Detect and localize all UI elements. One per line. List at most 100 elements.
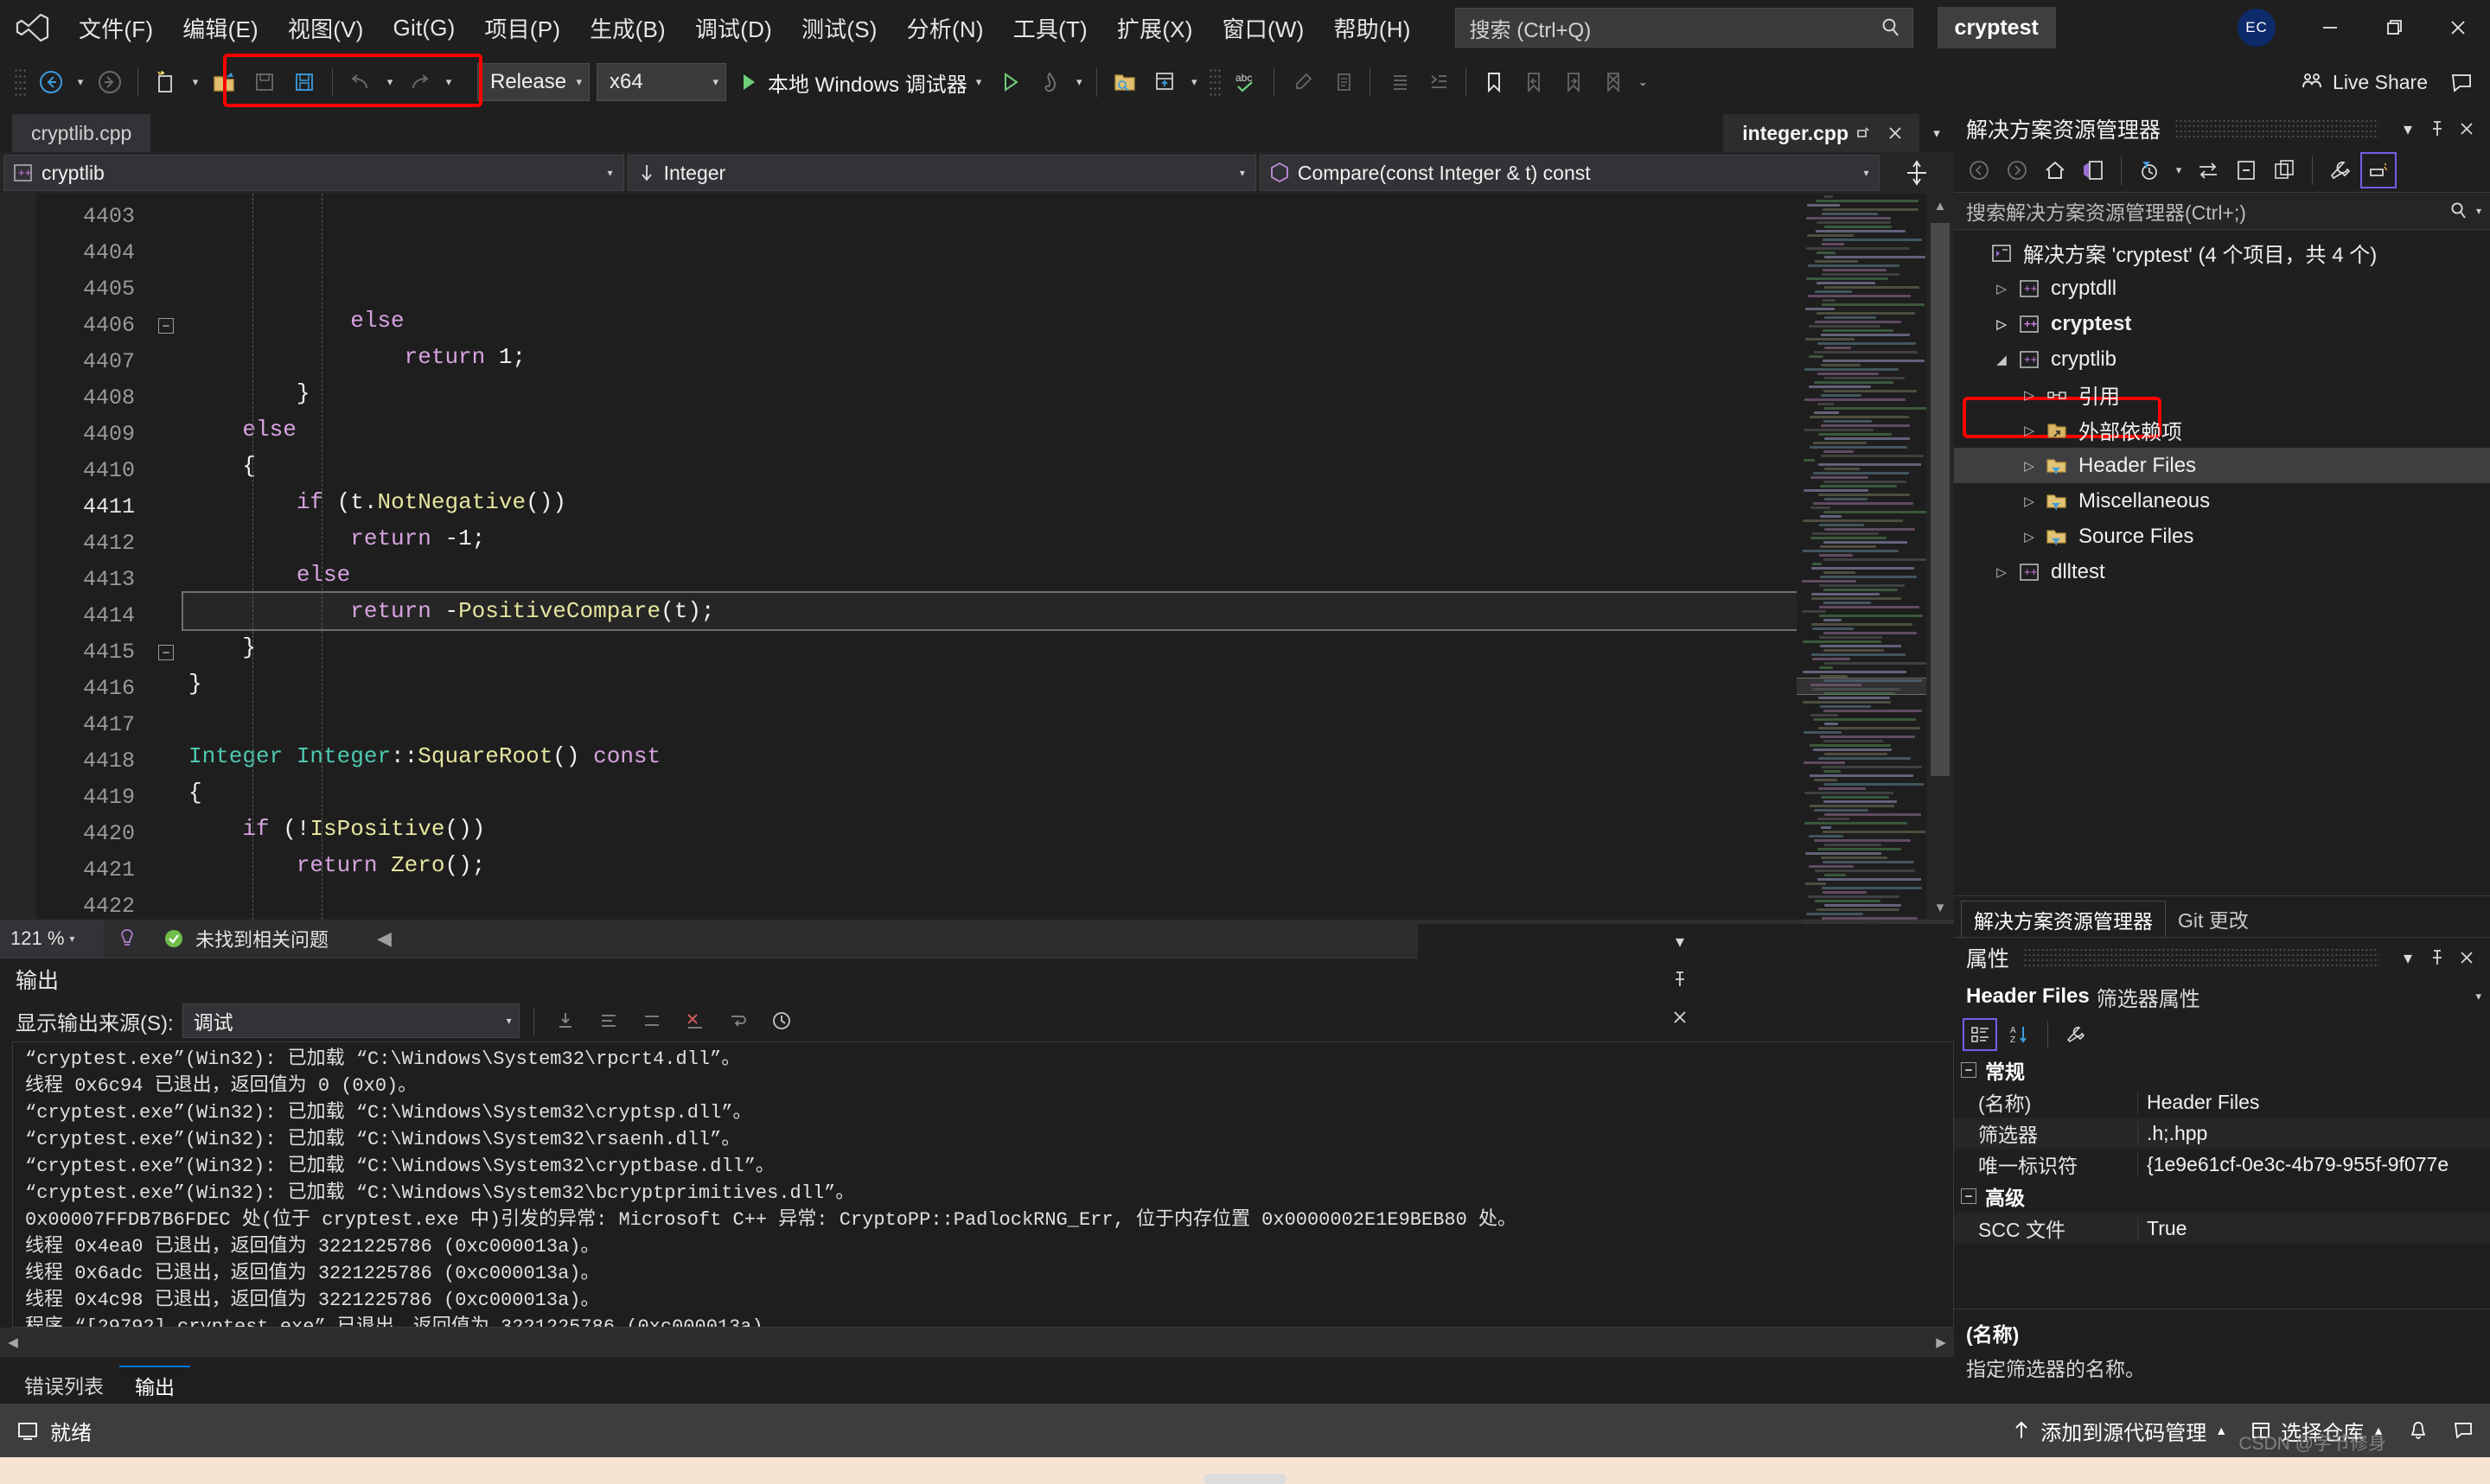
output-text[interactable]: “cryptest.exe”(Win32): 已加载 “C:\Windows\S… [12, 1041, 1954, 1328]
tree-expander-icon[interactable]: ◢ [1989, 352, 2014, 367]
tab-cryptlib-cpp[interactable]: cryptlib.cpp [12, 114, 150, 152]
menu-extensions[interactable]: 扩展(X) [1102, 7, 1208, 49]
se-filter-dropdown-icon[interactable]: ▾ [2169, 150, 2188, 190]
code-line[interactable]: { [183, 448, 1797, 484]
active-project-chip[interactable]: cryptest [1938, 7, 2056, 48]
menu-test[interactable]: 测试(S) [787, 7, 892, 49]
se-back-icon[interactable] [1961, 152, 1997, 188]
scroll-thumb[interactable] [1931, 223, 1950, 776]
redo-icon[interactable] [399, 62, 439, 102]
code-text-area[interactable]: 4403440444054406440744084409441044114412… [36, 194, 1797, 920]
property-row[interactable]: 筛选器.h;.hpp [1954, 1118, 2490, 1149]
menu-window[interactable]: 窗口(W) [1208, 7, 1319, 49]
output-clear-icon[interactable] [678, 1003, 712, 1038]
output-scroll-track[interactable] [26, 1334, 1928, 1351]
output-toggle-wrap-icon[interactable] [635, 1003, 669, 1038]
output-scroll-left-icon[interactable]: ◀ [0, 1334, 26, 1350]
insert-snippet-dropdown-icon[interactable]: ▾ [1184, 62, 1204, 102]
property-value[interactable]: Header Files [2137, 1091, 2490, 1114]
tab-output[interactable]: 输出 [119, 1366, 190, 1404]
clear-bookmarks-icon[interactable] [1593, 62, 1633, 102]
navigate-forward-icon[interactable] [90, 62, 130, 102]
code-line[interactable]: if (t.NotNegative()) [183, 484, 1797, 520]
tree-expander-icon[interactable]: ▷ [2016, 423, 2042, 438]
se-sync-with-active-document-icon[interactable] [2190, 152, 2226, 188]
properties-categorized-icon[interactable] [1963, 1018, 1997, 1051]
solution-tree-item-5[interactable]: ▷外部依赖项 [1954, 412, 2490, 448]
code-line[interactable]: return -1; [183, 520, 1797, 557]
code-line[interactable]: } [183, 666, 1797, 702]
se-forward-icon[interactable] [1999, 152, 2035, 188]
code-line[interactable]: else [183, 303, 1797, 339]
find-in-files-icon[interactable] [1105, 62, 1145, 102]
code-line[interactable]: return -PositiveCompare(t); [183, 593, 1797, 629]
output-clear-all-icon[interactable] [591, 1003, 626, 1038]
tree-expander-icon[interactable]: ▷ [1989, 316, 2014, 332]
avatar[interactable]: EC [2238, 9, 2276, 47]
properties-grid[interactable]: −常规(名称)Header Files筛选器.h;.hpp唯一标识符{1e9e6… [1954, 1054, 2490, 1309]
solution-tree-item-7[interactable]: ▷Miscellaneous [1954, 483, 2490, 519]
code-line[interactable]: return Zero(); [183, 847, 1797, 883]
comment-lines-icon[interactable] [1282, 62, 1322, 102]
feedback-status-icon[interactable] [2452, 1419, 2474, 1442]
output-scroll-right-icon[interactable]: ▶ [1928, 1334, 1954, 1350]
code-line[interactable]: Integer Integer::SquareRoot() const [183, 738, 1797, 774]
solution-tree-item-0[interactable]: 解决方案 'cryptest' (4 个项目，共 4 个) [1954, 235, 2490, 271]
nav-type-combo[interactable]: Integer ▾ [628, 155, 1256, 191]
pin-tab-icon[interactable] [1848, 114, 1880, 152]
issues-status[interactable]: 未找到相关问题 [150, 925, 341, 952]
editor-vertical-scrollbar[interactable]: ▲ ▼ [1926, 194, 1954, 920]
output-source-combo[interactable]: 调试 ▾ [182, 1003, 520, 1038]
nav-project-combo[interactable]: ++ cryptlib ▾ [3, 155, 624, 191]
lightbulb-icon[interactable] [104, 927, 150, 950]
code-lines[interactable]: else return 1; } else { if (t.NotNegativ… [183, 194, 1797, 920]
menu-build[interactable]: 生成(B) [575, 7, 680, 49]
solution-tree-item-8[interactable]: ▷Source Files [1954, 519, 2490, 554]
properties-page-icon[interactable] [2059, 1018, 2093, 1051]
undo-icon[interactable] [341, 62, 380, 102]
menu-edit[interactable]: 编辑(E) [168, 7, 273, 49]
solution-tree[interactable]: 解决方案 'cryptest' (4 个项目，共 4 个)▷++cryptdll… [1954, 230, 2490, 895]
tab-list-dropdown-icon[interactable]: ▾ [1919, 114, 1954, 152]
tree-expander-icon[interactable]: ▷ [1989, 564, 2014, 580]
output-dropdown-icon[interactable]: ▾ [1663, 924, 1697, 959]
toggle-bookmark-icon[interactable] [1474, 62, 1514, 102]
solution-tree-item-4[interactable]: ▷引用 [1954, 377, 2490, 412]
tab-error-list[interactable]: 错误列表 [9, 1366, 119, 1404]
spellcheck-icon[interactable]: abc [1226, 62, 1266, 102]
output-history-icon[interactable] [764, 1003, 799, 1038]
split-editor-icon[interactable] [1883, 158, 1950, 188]
toolbar-grip[interactable] [14, 67, 26, 97]
property-category[interactable]: −高级 [1954, 1180, 2490, 1213]
close-tab-icon[interactable] [1880, 114, 1911, 152]
se-switch-views-icon[interactable] [2075, 152, 2111, 188]
solution-configuration-combo[interactable]: Release ▾ [477, 63, 590, 101]
live-share-button[interactable]: Live Share [2300, 70, 2442, 94]
notifications-button[interactable] [2407, 1419, 2429, 1442]
new-project-icon[interactable] [146, 62, 186, 102]
add-to-source-control-button[interactable]: 添加到源代码管理 ▲ [2011, 1416, 2227, 1446]
se-show-all-files-icon[interactable] [2266, 152, 2302, 188]
solution-explorer-close-icon[interactable] [2452, 113, 2481, 144]
property-row[interactable]: 唯一标识符{1e9e61cf-0e3c-4b79-955f-9f077e [1954, 1149, 2490, 1180]
se-preview-selected-items-icon[interactable] [2360, 152, 2397, 188]
properties-alphabetical-icon[interactable]: A Z [2002, 1018, 2037, 1051]
issues-prev-icon[interactable]: ◀ [365, 927, 404, 950]
menu-project[interactable]: 项目(P) [470, 7, 576, 49]
minimap[interactable] [1797, 194, 1926, 920]
code-line[interactable]: else [183, 557, 1797, 593]
code-line[interactable]: } [183, 629, 1797, 666]
solution-tree-item-3[interactable]: ◢++cryptlib [1954, 341, 2490, 377]
output-pin-icon[interactable] [1663, 962, 1697, 997]
toolbar-overflow-icon[interactable]: ⌄ [1633, 62, 1652, 102]
insert-snippet-icon[interactable] [1145, 62, 1184, 102]
properties-object-combo[interactable]: Header Files 筛选器属性 ▾ [1954, 978, 2490, 1016]
restore-button[interactable] [2362, 0, 2426, 55]
tree-expander-icon[interactable]: ▷ [2016, 529, 2042, 545]
solution-tree-item-2[interactable]: ▷++cryptest [1954, 306, 2490, 341]
code-line[interactable]: else [183, 411, 1797, 448]
start-without-debugging-icon[interactable] [990, 62, 1030, 102]
open-file-icon[interactable] [205, 62, 245, 102]
properties-dropdown-icon[interactable]: ▾ [2393, 942, 2423, 973]
properties-close-icon[interactable] [2452, 942, 2481, 973]
